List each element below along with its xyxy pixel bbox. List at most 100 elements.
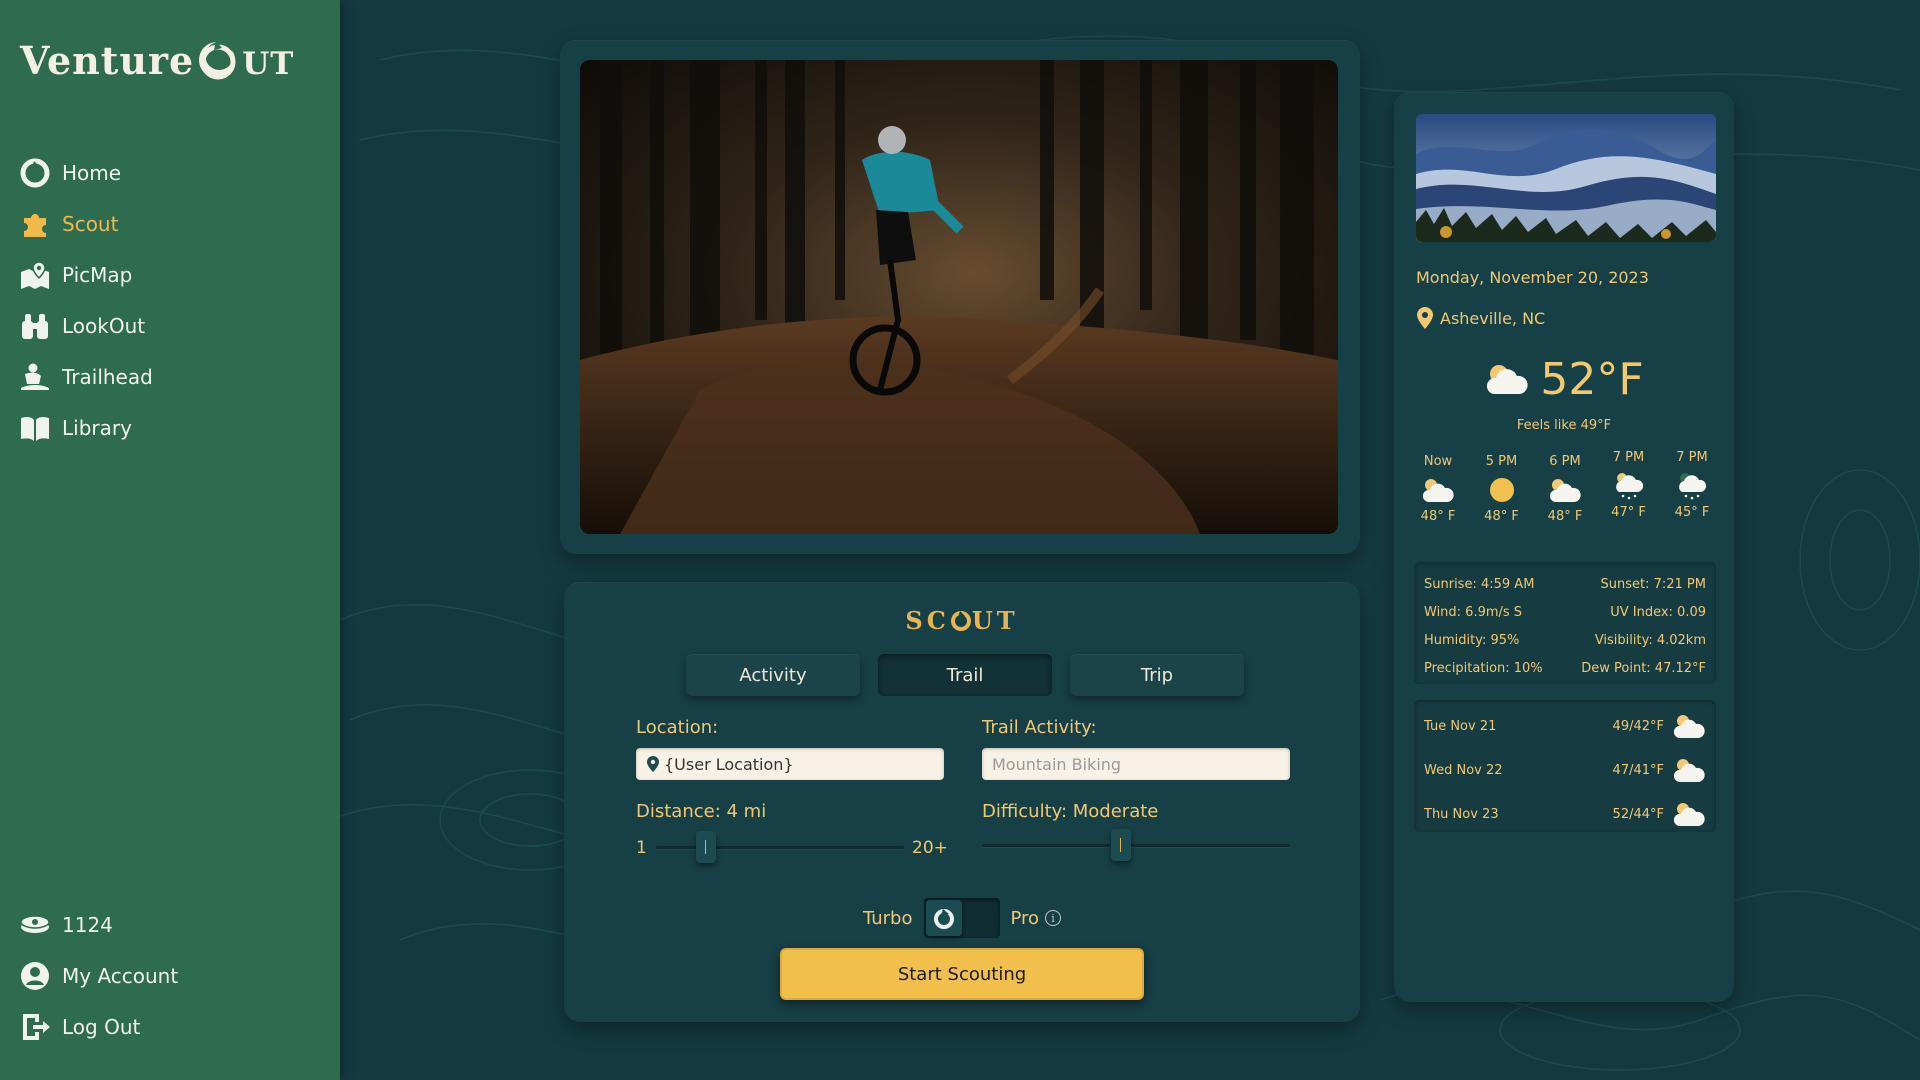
turbo-label: Turbo [862,907,913,929]
detail-row: Precipitation: 10% Dew Point: 47.12°F [1424,654,1706,682]
forecast-row: Wed Nov 22 47/41°F [1424,748,1706,792]
start-scouting-button[interactable]: Start Scouting [780,948,1144,1000]
forecast-day: Thu Nov 23 [1424,806,1499,822]
weather-panel: Monday, November 20, 2023 Asheville, NC … [1394,92,1734,1002]
difficulty-track [982,844,1290,847]
humidity: Humidity: 95% [1424,632,1520,648]
coin-count: 1124 [62,913,113,937]
scout-moon-icon [950,611,971,631]
log-out-label: Log Out [62,1015,141,1039]
rain-icon [1613,469,1645,503]
forecast-row: Tue Nov 21 49/42°F [1424,704,1706,748]
trail-activity-label: Trail Activity: [982,717,1097,738]
difficulty-label: Difficulty: Moderate [982,801,1159,822]
book-icon [18,411,52,445]
weather-location: Asheville, NC [1416,306,1545,330]
mode-toggle-row: Turbo Pro i [564,898,1360,938]
location-input[interactable]: {User Location} [636,748,944,780]
sun-icon [1488,473,1516,507]
sidebar-item-label: Scout [62,212,119,236]
trail-activity-input[interactable]: Mountain Biking [982,748,1290,780]
sidebar-item-library[interactable]: Library [18,411,318,445]
tab-trail[interactable]: Trail [878,654,1052,696]
detail-row: Wind: 6.9m/s S UV Index: 0.09 [1424,598,1706,626]
sunset: Sunset: 7:21 PM [1600,576,1707,592]
distance-slider-thumb[interactable] [695,831,716,863]
hourly-forecast: Now 48° F 5 PM 48° F 6 PM 48° F 7 PM 47°… [1412,450,1718,524]
partly-cloudy-icon [1673,759,1705,782]
sidebar-item-trailhead[interactable]: Trailhead [18,360,318,394]
sidebar: Venture ut Home Scout PicMap [0,0,340,1080]
precipitation: Precipitation: 10% [1424,660,1543,676]
sidebar-item-scout[interactable]: Scout [18,207,318,241]
scout-panel: SC UT Activity Trail Trip Location: {User… [564,582,1360,1022]
distance-label: Distance: 4 mi [636,801,767,822]
forecast-temp: 52/44°F [1612,806,1664,822]
location-value: {User Location} [664,754,794,774]
binoculars-icon [18,309,52,343]
sidebar-item-picmap[interactable]: PicMap [18,258,318,292]
location-pin-icon [1417,307,1433,329]
hourly-item: 7 PM 47° F [1611,450,1646,520]
sidebar-item-label: Library [62,416,132,440]
logout-icon [18,1010,52,1044]
moon-icon [18,156,52,190]
log-out-link[interactable]: Log Out [18,1009,318,1045]
hiker-icon [18,360,52,394]
daily-forecast: Tue Nov 21 49/42°F Wed Nov 22 47/41°F Th… [1414,700,1716,832]
distance-min: 1 [636,838,647,858]
visibility: Visibility: 4.02km [1594,632,1706,648]
my-account-link[interactable]: My Account [18,958,318,994]
dew-point: Dew Point: 47.12°F [1581,660,1706,676]
sidebar-item-label: PicMap [62,263,133,287]
tab-trip[interactable]: Trip [1070,654,1244,696]
hourly-item: 5 PM 48° F [1484,454,1519,524]
coin-stack-icon [18,908,52,942]
partly-cloudy-icon [1673,715,1705,738]
difficulty-slider-thumb[interactable] [1110,829,1131,861]
sidebar-nav: Home Scout PicMap LookOut Trailhead Libr… [18,156,318,462]
forecast-temp: 47/41°F [1612,762,1664,778]
scout-tabs: Activity Trail Trip [686,654,1244,696]
location-label: Location: [636,717,719,738]
sunrise: Sunrise: 4:59 AM [1424,576,1535,592]
logo-moon-icon [199,41,236,80]
pro-label: Pro [1010,907,1040,929]
weather-date: Monday, November 20, 2023 [1416,268,1649,287]
trail-activity-placeholder: Mountain Biking [992,754,1122,774]
sidebar-item-label: Home [62,161,122,185]
toggle-knob[interactable] [926,900,963,936]
uv-index: UV Index: 0.09 [1610,604,1706,620]
smoky-mountains-photo [1416,114,1716,242]
feels-like: Feels like 49°F [1516,418,1612,433]
sidebar-item-label: LookOut [62,314,146,338]
wind: Wind: 6.9m/s S [1424,604,1523,620]
mountain-biker-photo [580,60,1338,534]
tab-activity[interactable]: Activity [686,654,860,696]
info-icon[interactable]: i [1045,910,1062,926]
scout-title: SC UT [905,606,1019,635]
map-pin-icon [18,258,52,292]
toggle-moon-icon [934,909,955,929]
temperature-value: 52°F [1540,354,1644,405]
partly-cloudy-icon [1548,473,1582,507]
partly-cloudy-icon [1673,803,1705,826]
puzzle-icon [18,207,52,241]
turbo-pro-toggle[interactable] [924,898,1001,938]
hourly-item: 6 PM 48° F [1547,454,1583,524]
user-icon [18,959,52,993]
sidebar-item-lookout[interactable]: LookOut [18,309,318,343]
my-account-label: My Account [62,964,179,988]
hourly-item: 7 PM 45° F [1674,450,1710,520]
sidebar-bottom: 1124 My Account Log Out [18,907,318,1060]
partly-cloudy-icon [1487,364,1528,394]
app-logo[interactable]: Venture ut [20,34,294,86]
forecast-temp: 49/42°F [1612,718,1664,734]
coin-balance[interactable]: 1124 [18,907,318,943]
forecast-row: Thu Nov 23 52/44°F [1424,792,1706,836]
sidebar-item-home[interactable]: Home [18,156,318,190]
distance-max: 20+ [912,838,948,858]
current-temperature: 52°F [1394,354,1734,405]
hero-photo-card [560,40,1360,554]
rain-icon [1676,469,1708,503]
